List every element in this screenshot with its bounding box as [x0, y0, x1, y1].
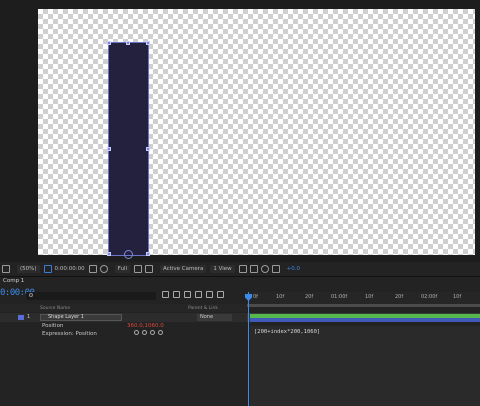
viewer-toolbar: (50%) 0:00:00:00 Full Active Camera 1 Vi…: [0, 262, 480, 276]
layer-selection-bar[interactable]: [250, 318, 480, 322]
expression-language-menu-icon[interactable]: [158, 330, 163, 335]
search-input[interactable]: [26, 292, 156, 300]
timeline-icon[interactable]: [249, 265, 258, 273]
resolution-dropdown[interactable]: Full: [114, 265, 130, 273]
property-position-value[interactable]: 360.0,1060.0: [127, 323, 164, 329]
layer-column-headers: Source Name Parent & Link: [0, 304, 247, 312]
motion-blur-icon[interactable]: [206, 291, 213, 298]
view-value: 1 View: [210, 265, 235, 273]
draft-3d-icon[interactable]: [173, 291, 180, 298]
work-area-bar[interactable]: [247, 304, 480, 307]
transparent-canvas[interactable]: [38, 9, 475, 255]
bbox-handle[interactable]: [107, 147, 111, 151]
region-icon[interactable]: [134, 265, 142, 273]
bbox-handle[interactable]: [126, 41, 130, 45]
expression-graph-icon[interactable]: [142, 330, 147, 335]
composition-viewer: [0, 0, 480, 260]
composition-mini-flowchart-icon[interactable]: [162, 291, 169, 298]
bbox-handle[interactable]: [146, 252, 150, 256]
exposure-value[interactable]: +0.0: [287, 266, 300, 272]
layer-name[interactable]: Shape Layer 1: [40, 314, 122, 321]
frame-blending-icon[interactable]: [195, 291, 202, 298]
ruler-tick: 01:00f: [331, 294, 348, 300]
reset-exposure-icon[interactable]: [271, 265, 280, 273]
search-icon: [29, 293, 33, 297]
fast-preview-icon[interactable]: [238, 265, 247, 273]
ruler-tick: 10f: [276, 294, 285, 300]
anchor-point[interactable]: [124, 250, 133, 259]
layer-number: 1: [27, 314, 31, 320]
parent-link-header[interactable]: Parent & Link: [188, 306, 218, 311]
graph-editor-icon[interactable]: [217, 291, 224, 298]
source-name-header[interactable]: Source Name: [40, 306, 70, 311]
bbox-handle[interactable]: [146, 147, 150, 151]
color-icon[interactable]: [99, 265, 108, 273]
shy-icon[interactable]: [184, 291, 191, 298]
playhead-line[interactable]: [248, 292, 249, 406]
bbox-handle[interactable]: [146, 41, 150, 45]
ruler-tick: 20f: [305, 294, 314, 300]
flowchart-icon[interactable]: [260, 265, 269, 273]
bbox-handle[interactable]: [107, 252, 111, 256]
parent-dropdown[interactable]: None: [197, 314, 232, 321]
viewer-timecode[interactable]: 0:00:00:00: [55, 266, 85, 272]
ruler-tick: 02:00f: [421, 294, 438, 300]
camera-icon[interactable]: [88, 265, 97, 273]
camera-dropdown[interactable]: Active Camera: [160, 265, 207, 273]
grid-icon[interactable]: [145, 265, 153, 273]
ruler-tick: 20f: [395, 294, 404, 300]
camera-value: Active Camera: [160, 265, 207, 273]
property-position-label[interactable]: Position: [42, 323, 63, 329]
snapshot-icon[interactable]: [2, 265, 10, 273]
ruler-tick: 10f: [365, 294, 374, 300]
expression-controls: [134, 330, 163, 335]
expression-enable-icon[interactable]: [134, 330, 139, 335]
fit-icon[interactable]: [43, 265, 52, 273]
expression-label: Expression: Position: [42, 331, 97, 337]
expression-editor[interactable]: [200+index*200,1060]: [250, 326, 480, 406]
bbox-handle[interactable]: [107, 41, 111, 45]
shape-layer-rectangle[interactable]: [108, 42, 149, 256]
ruler-tick: 10f: [453, 294, 462, 300]
tab-comp[interactable]: Comp 1: [0, 278, 27, 287]
time-ruler[interactable]: 0f 10f 20f 01:00f 10f 20f 02:00f 10f: [247, 292, 480, 304]
resolution-value: Full: [114, 265, 130, 273]
timeline-switches: [162, 291, 224, 298]
view-dropdown[interactable]: 1 View: [210, 265, 235, 273]
zoom-value: (50%): [17, 265, 40, 273]
layer-label-color[interactable]: [18, 315, 24, 320]
zoom-dropdown[interactable]: (50%): [17, 265, 40, 273]
ruler-tick: 0f: [253, 294, 258, 300]
expression-pickwhip-icon[interactable]: [150, 330, 155, 335]
